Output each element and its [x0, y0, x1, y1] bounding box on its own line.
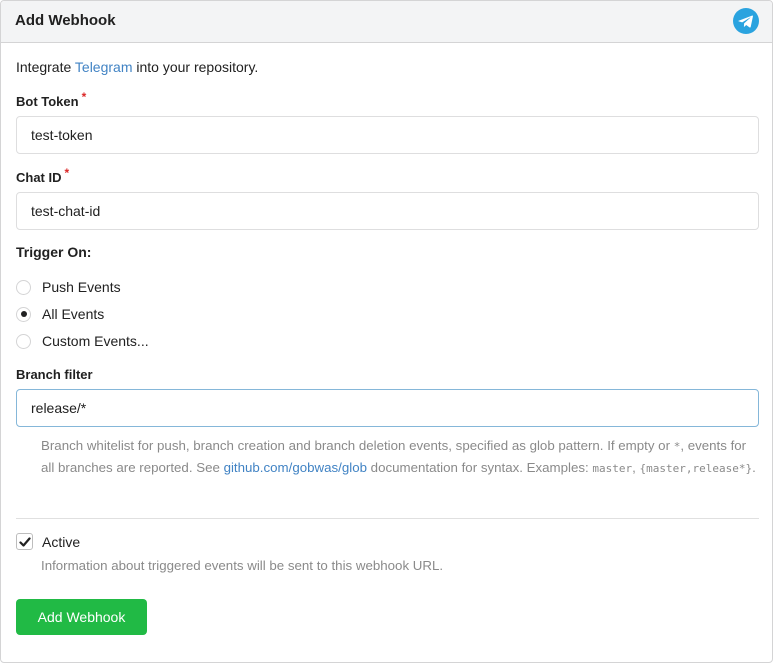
branch-filter-label: Branch filter — [16, 367, 93, 382]
active-checkbox[interactable] — [16, 533, 33, 550]
bot-token-label: Bot Token * — [16, 90, 86, 109]
intro-text: Integrate Telegram into your repository. — [16, 59, 258, 75]
help-code: {master,release*} — [639, 462, 753, 475]
radio-label: All Events — [42, 306, 105, 322]
help-code: master — [592, 462, 633, 475]
chat-id-label: Chat ID * — [16, 166, 69, 185]
intro-prefix: Integrate — [16, 59, 75, 75]
help-text: , — [632, 460, 640, 475]
glob-docs-link[interactable]: github.com/gobwas/glob — [224, 460, 367, 475]
intro-suffix: into your repository. — [132, 59, 259, 75]
active-label: Active — [42, 533, 81, 550]
active-help: Information about triggered events will … — [41, 558, 444, 573]
bot-token-input[interactable] — [16, 116, 759, 154]
bot-token-label-text: Bot Token — [16, 94, 79, 109]
help-text: documentation for syntax. Examples: — [366, 460, 593, 475]
radio-button[interactable] — [16, 333, 31, 349]
panel-header: Add Webhook — [1, 1, 772, 43]
radio-button[interactable] — [16, 306, 31, 322]
help-text: Branch whitelist for push, branch creati… — [41, 438, 674, 453]
branch-filter-help: Branch whitelist for push, branch creati… — [41, 435, 761, 479]
checkmark-icon — [18, 536, 31, 547]
panel-title: Add Webhook — [15, 12, 116, 29]
telegram-icon — [733, 8, 759, 34]
radio-all-events[interactable]: All Events — [16, 304, 104, 324]
divider — [16, 518, 759, 519]
add-webhook-button[interactable]: Add Webhook — [16, 599, 147, 635]
radio-push-events[interactable]: Push Events — [16, 277, 121, 297]
trigger-on-title: Trigger On: — [16, 244, 92, 260]
radio-label: Push Events — [42, 279, 121, 295]
chat-id-input[interactable] — [16, 192, 759, 230]
required-mark: * — [64, 166, 70, 180]
active-checkbox-row[interactable]: Active — [16, 533, 80, 550]
telegram-link[interactable]: Telegram — [75, 59, 133, 75]
chat-id-label-text: Chat ID — [16, 170, 62, 185]
radio-label: Custom Events... — [42, 333, 149, 349]
branch-filter-input[interactable] — [16, 389, 759, 427]
required-mark: * — [81, 90, 87, 104]
radio-button[interactable] — [16, 279, 31, 295]
radio-custom-events[interactable]: Custom Events... — [16, 331, 149, 351]
add-webhook-panel: Add Webhook Integrate Telegram into your… — [0, 0, 773, 663]
help-text: . — [752, 460, 756, 475]
